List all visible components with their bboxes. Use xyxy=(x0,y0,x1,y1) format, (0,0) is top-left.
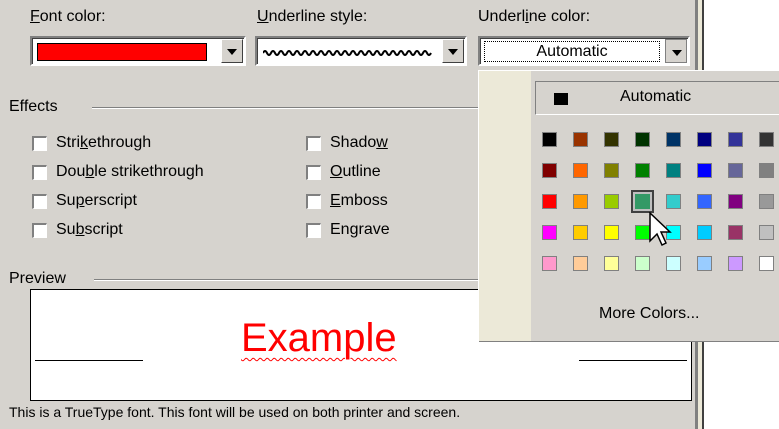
color-swatch[interactable] xyxy=(697,256,712,271)
color-swatch[interactable] xyxy=(728,225,743,240)
checkbox-label[interactable]: Engrave xyxy=(330,221,390,239)
color-swatch[interactable] xyxy=(542,163,557,178)
underline-color-palette: Automatic More Colors... xyxy=(478,70,779,341)
color-swatch[interactable] xyxy=(759,132,774,147)
checkbox-engrave[interactable] xyxy=(306,223,321,238)
color-swatch[interactable] xyxy=(635,256,650,271)
color-swatch[interactable] xyxy=(666,132,681,147)
checkbox-shadow[interactable] xyxy=(306,136,321,151)
underline-color-combo[interactable]: Automatic xyxy=(478,36,690,66)
color-swatch[interactable] xyxy=(728,194,743,209)
checkbox-label[interactable]: Superscript xyxy=(56,192,137,210)
underline-color-dropdown-button[interactable] xyxy=(665,39,687,63)
color-swatch[interactable] xyxy=(635,163,650,178)
color-swatch[interactable] xyxy=(728,163,743,178)
color-swatch[interactable] xyxy=(697,163,712,178)
checkbox-superscript[interactable] xyxy=(32,194,47,209)
chevron-down-icon xyxy=(672,50,682,56)
automatic-color-button[interactable]: Automatic xyxy=(535,81,779,115)
color-swatch[interactable] xyxy=(635,132,650,147)
color-swatch[interactable] xyxy=(697,194,712,209)
color-swatch[interactable] xyxy=(604,225,619,240)
effects-group-line xyxy=(92,107,482,109)
color-swatch[interactable] xyxy=(542,194,557,209)
checkbox-label[interactable]: Shadow xyxy=(330,134,388,152)
color-swatch[interactable] xyxy=(604,194,619,209)
color-swatch[interactable] xyxy=(542,256,557,271)
automatic-swatch xyxy=(554,93,568,105)
color-swatch[interactable] xyxy=(573,256,588,271)
effects-group-title: Effects xyxy=(9,98,58,115)
color-swatch[interactable] xyxy=(728,256,743,271)
checkbox-label[interactable]: Double strikethrough xyxy=(56,163,204,181)
underline-style-combo[interactable] xyxy=(255,36,467,66)
checkbox-strikethrough[interactable] xyxy=(32,136,47,151)
preview-baseline-left xyxy=(35,360,143,361)
color-swatch[interactable] xyxy=(759,225,774,240)
more-colors-button[interactable]: More Colors... xyxy=(599,305,699,323)
chevron-down-icon xyxy=(227,49,237,55)
checkbox-subscript[interactable] xyxy=(32,223,47,238)
color-swatch[interactable] xyxy=(542,132,557,147)
palette-side-strip xyxy=(479,71,531,341)
color-swatch[interactable] xyxy=(759,194,774,209)
color-swatch[interactable] xyxy=(573,225,588,240)
font-color-combo[interactable] xyxy=(30,36,246,66)
color-swatch[interactable] xyxy=(697,132,712,147)
color-swatch[interactable] xyxy=(573,132,588,147)
font-color-label: Font color: xyxy=(30,8,106,25)
checkbox-double-strikethrough[interactable] xyxy=(32,165,47,180)
underline-style-dropdown-button[interactable] xyxy=(442,39,464,63)
checkbox-label[interactable]: Emboss xyxy=(330,192,388,210)
color-swatch[interactable] xyxy=(573,163,588,178)
color-swatch[interactable] xyxy=(635,225,650,240)
color-swatch[interactable] xyxy=(542,225,557,240)
color-swatch[interactable] xyxy=(759,163,774,178)
color-swatch[interactable] xyxy=(604,163,619,178)
mouse-pointer-icon xyxy=(649,212,672,247)
font-color-dropdown-button[interactable] xyxy=(221,39,243,63)
wavy-underline-sample xyxy=(263,50,432,56)
checkbox-outline[interactable] xyxy=(306,165,321,180)
color-swatch-selected[interactable] xyxy=(631,190,654,213)
color-swatch[interactable] xyxy=(666,194,681,209)
color-swatch[interactable] xyxy=(604,256,619,271)
checkbox-label[interactable]: Outline xyxy=(330,163,381,181)
preview-baseline-right xyxy=(579,360,687,361)
color-swatch[interactable] xyxy=(666,256,681,271)
checkbox-label[interactable]: Subscript xyxy=(56,221,123,239)
checkbox-label[interactable]: Strikethrough xyxy=(56,134,151,152)
font-color-swatch xyxy=(37,43,207,61)
preview-group-title: Preview xyxy=(9,270,66,287)
color-swatch[interactable] xyxy=(728,132,743,147)
automatic-label: Automatic xyxy=(620,88,692,105)
chevron-down-icon xyxy=(448,49,458,55)
color-swatch[interactable] xyxy=(573,194,588,209)
color-swatch[interactable] xyxy=(697,225,712,240)
underline-color-label: Underline color: xyxy=(478,8,591,25)
color-swatch[interactable] xyxy=(604,132,619,147)
font-info-text: This is a TrueType font. This font will … xyxy=(9,404,461,420)
color-swatch[interactable] xyxy=(666,163,681,178)
checkbox-emboss[interactable] xyxy=(306,194,321,209)
preview-text: Example xyxy=(241,316,397,360)
underline-color-value: Automatic xyxy=(536,43,608,60)
underline-style-label: Underline style: xyxy=(257,8,368,25)
color-swatch[interactable] xyxy=(759,256,774,271)
